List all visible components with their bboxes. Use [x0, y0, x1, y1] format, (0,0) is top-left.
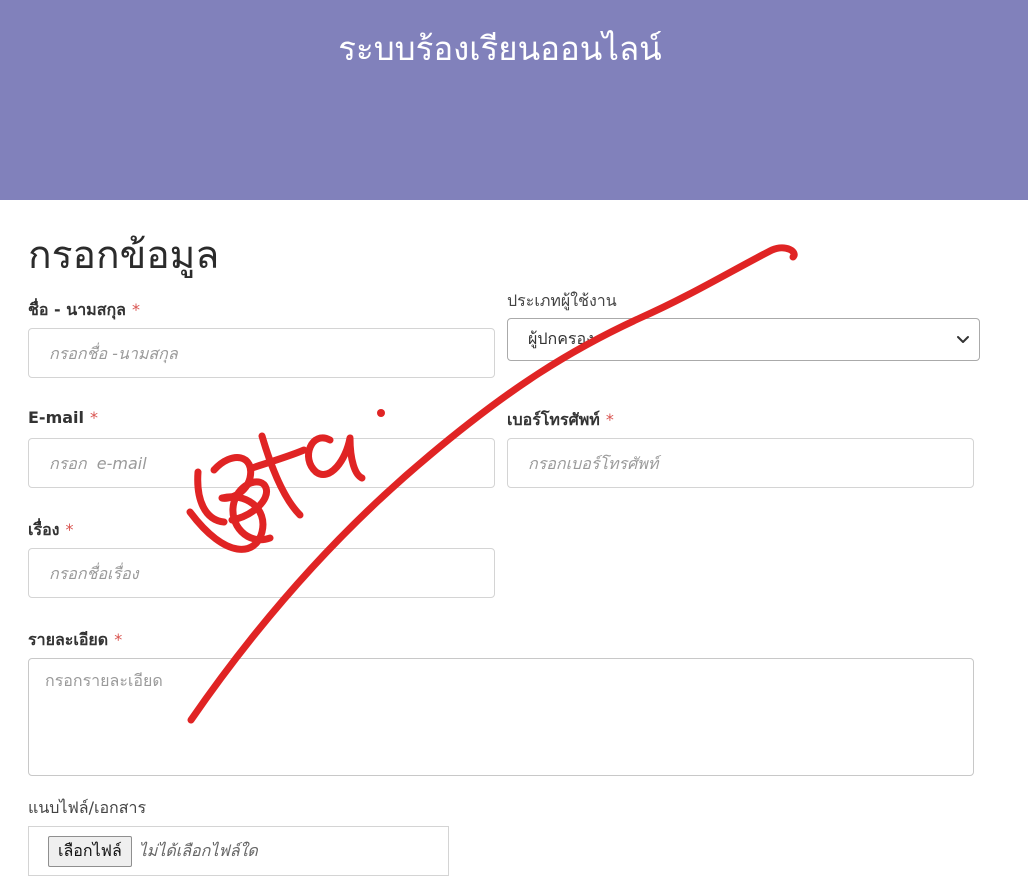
page: ระบบร้องเรียนออนไลน์ กรอกข้อมูล ชื่อ - น… — [0, 0, 1028, 890]
user-type-select[interactable]: ผู้ปกครอง — [507, 318, 980, 361]
choose-file-button[interactable]: เลือกไฟล์ — [48, 835, 132, 867]
fullname-input[interactable] — [28, 328, 495, 378]
annotation-letter-e — [228, 478, 274, 544]
form-title: กรอกข้อมูล — [28, 233, 220, 278]
attachment-label: แนบไฟล์/เอกสาร — [28, 798, 147, 817]
details-label: รายละเอียด * — [28, 628, 122, 653]
email-label: E-mail * — [28, 408, 98, 427]
user-type-selected-value: ผู้ปกครอง — [528, 329, 594, 348]
email-label-text: E-mail — [28, 408, 85, 427]
chevron-down-icon — [957, 336, 969, 343]
email-input[interactable] — [28, 438, 495, 488]
user-type-label: ประเภทผู้ใช้งาน — [507, 291, 617, 310]
required-mark: * — [90, 408, 99, 427]
site-title: ระบบร้องเรียนออนไลน์ — [338, 29, 662, 68]
header-banner: ระบบร้องเรียนออนไลน์ — [0, 0, 1028, 200]
file-upload-field: เลือกไฟล์ ไม่ได้เลือกไฟล์ใด — [28, 826, 449, 876]
file-status-text: ไม่ได้เลือกไฟล์ใด — [138, 840, 258, 860]
required-mark: * — [131, 300, 140, 319]
phone-input[interactable] — [507, 438, 974, 488]
subject-label-text: เรื่อง — [28, 520, 60, 539]
required-mark: * — [114, 630, 123, 649]
required-mark: * — [65, 520, 74, 539]
phone-label-text: เบอร์โทรศัพท์ — [507, 410, 600, 429]
annotation-dot — [377, 409, 385, 417]
phone-label: เบอร์โทรศัพท์ * — [507, 408, 614, 433]
details-textarea[interactable] — [28, 658, 974, 776]
fullname-label: ชื่อ - นามสกุล * — [28, 298, 140, 323]
subject-input[interactable] — [28, 548, 495, 598]
required-mark: * — [605, 410, 614, 429]
fullname-label-text: ชื่อ - นามสกุล — [28, 300, 126, 319]
details-label-text: รายละเอียด — [28, 630, 109, 649]
subject-label: เรื่อง * — [28, 518, 73, 543]
